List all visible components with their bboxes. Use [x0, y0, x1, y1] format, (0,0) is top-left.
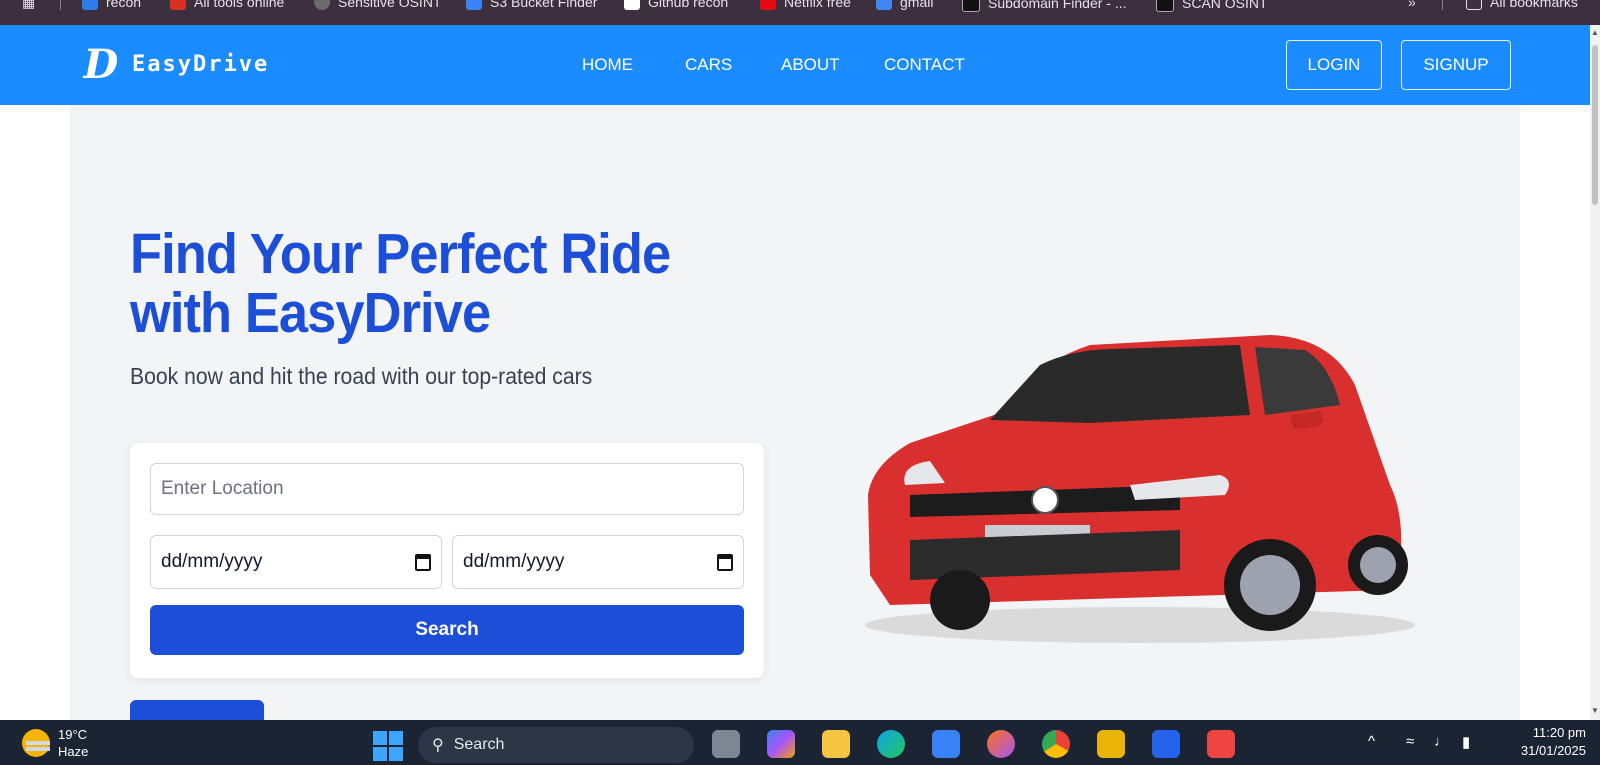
bookmark-subdomain-finder[interactable]: Subdomain Finder - ...: [962, 0, 1127, 12]
taskbar-search-label: Search: [453, 736, 505, 753]
calendar-icon[interactable]: [415, 553, 431, 571]
windows-start-icon[interactable]: [373, 731, 403, 761]
volume-icon[interactable]: ♩: [1434, 733, 1449, 750]
all-bookmarks-button[interactable]: All bookmarks: [1466, 0, 1578, 10]
microsoft-store-icon[interactable]: [932, 730, 960, 758]
booking-search-card: Enter Location dd/mm/yyyy dd/mm/yyyy Sea…: [130, 443, 764, 678]
nav-contact[interactable]: CONTACT: [884, 55, 965, 75]
bookmark-s3-bucket[interactable]: S3 Bucket Finder: [466, 0, 597, 10]
show-hidden-icons-icon[interactable]: ^: [1368, 733, 1375, 750]
temperature: 19°C: [58, 727, 88, 742]
brand-name: EasyDrive: [132, 51, 270, 77]
overflow-chevron-icon: »: [1408, 0, 1416, 10]
taskbar-search[interactable]: ⚲ Search: [418, 727, 694, 763]
folder-icon: [1466, 0, 1482, 10]
return-date-value: dd/mm/yyyy: [463, 551, 565, 572]
bookmark-label: gmail: [900, 0, 934, 10]
wifi-icon[interactable]: ≈: [1406, 733, 1414, 750]
network-tool-icon[interactable]: [1097, 730, 1125, 758]
snipping-tool-icon[interactable]: [1207, 730, 1235, 758]
bookmark-label: Sensitive OSINT: [338, 0, 442, 10]
weather-condition: Haze: [58, 744, 89, 759]
system-clock[interactable]: 11:20 pm 31/01/2025: [1500, 724, 1586, 760]
secondary-button[interactable]: [130, 700, 264, 720]
bookmark-separator: [60, 0, 61, 10]
nav-cars[interactable]: CARS: [685, 55, 732, 75]
hero-subtitle: Book now and hit the road with our top-r…: [130, 363, 593, 389]
bookmark-label: Github recon: [648, 0, 729, 10]
windows-taskbar: 19°C Haze ⚲ Search ^ ≈ ♩ ▮ 11:20 pm 31/0…: [0, 720, 1600, 765]
pickup-date-input[interactable]: dd/mm/yyyy: [150, 535, 442, 589]
return-date-input[interactable]: dd/mm/yyyy: [452, 535, 744, 589]
search-button[interactable]: Search: [150, 605, 744, 655]
bookmark-favicon-icon: [760, 0, 776, 10]
car-windshield: [990, 345, 1250, 423]
bookmark-favicon-icon: [170, 0, 186, 10]
bookmark-netflix[interactable]: Netflix free: [760, 0, 851, 10]
bookmark-favicon-icon: [314, 0, 330, 10]
front-right-rim: [1240, 555, 1300, 615]
scroll-up-icon[interactable]: ▲: [1591, 28, 1599, 37]
bookmark-gmail[interactable]: gmail: [876, 0, 933, 10]
bookmark-label: Subdomain Finder - ...: [988, 0, 1127, 11]
car-illustration: [865, 335, 1415, 643]
calendar-icon[interactable]: [717, 553, 733, 571]
hero-section: Find Your Perfect Ride with EasyDrive Bo…: [70, 105, 1520, 720]
location-placeholder: Enter Location: [161, 478, 284, 499]
clock-time: 11:20 pm: [1532, 725, 1586, 740]
bookmarks-bar: ▦ recon All tools online Sensitive OSINT…: [0, 0, 1600, 25]
login-button[interactable]: LOGIN: [1286, 40, 1382, 90]
scroll-down-icon[interactable]: ▼: [1591, 706, 1599, 715]
bookmark-label: All tools online: [194, 0, 285, 10]
bookmark-favicon-icon: [624, 0, 640, 10]
hero-title: Find Your Perfect Ride with EasyDrive: [130, 225, 719, 343]
weather-widget[interactable]: 19°C Haze: [22, 726, 88, 760]
scrollbar-thumb[interactable]: [1592, 45, 1598, 205]
bookmark-scan-osint[interactable]: SCAN OSINT: [1156, 0, 1268, 12]
location-input[interactable]: Enter Location: [150, 463, 744, 515]
bookmark-label: recon: [106, 0, 142, 10]
bookmark-separator: [1442, 0, 1443, 10]
chrome-icon[interactable]: [1042, 730, 1070, 758]
front-left-wheel: [930, 570, 990, 630]
hero-title-line2: with EasyDrive: [130, 281, 491, 345]
bookmark-label: Netflix free: [784, 0, 851, 10]
clock-date: 31/01/2025: [1520, 743, 1586, 758]
site-navbar: D EasyDrive HOME CARS ABOUT CONTACT LOGI…: [0, 25, 1590, 105]
bookmark-github-recon[interactable]: Github recon: [624, 0, 728, 10]
search-icon: ⚲: [432, 737, 444, 754]
nav-about[interactable]: ABOUT: [781, 55, 840, 75]
weather-text: 19°C Haze: [58, 726, 88, 760]
bookmark-favicon-icon: [82, 0, 98, 10]
bookmark-favicon-icon: [962, 0, 980, 12]
bookmarks-overflow-button[interactable]: »: [1408, 0, 1416, 10]
pickup-date-value: dd/mm/yyyy: [161, 551, 263, 572]
bookmark-favicon-icon: [466, 0, 482, 10]
haze-weather-icon: [22, 729, 50, 757]
vw-badge-icon: [1031, 486, 1059, 514]
nav-home[interactable]: HOME: [582, 55, 633, 75]
all-bookmarks-label: All bookmarks: [1490, 0, 1578, 10]
copilot-icon[interactable]: [767, 730, 795, 758]
file-explorer-icon[interactable]: [822, 730, 850, 758]
task-view-icon[interactable]: [712, 730, 740, 758]
apps-grid-icon[interactable]: ▦: [22, 0, 35, 11]
bookmark-label: S3 Bucket Finder: [490, 0, 598, 10]
rear-rim: [1360, 547, 1396, 583]
bookmark-recon[interactable]: recon: [82, 0, 141, 10]
bookmark-favicon-icon: [1156, 0, 1174, 12]
bookmark-sensitive-osint[interactable]: Sensitive OSINT: [314, 0, 441, 10]
vscode-icon[interactable]: [1152, 730, 1180, 758]
bookmark-label: SCAN OSINT: [1182, 0, 1268, 11]
brand-logo[interactable]: D EasyDrive: [80, 40, 270, 88]
edge-browser-icon[interactable]: [877, 730, 905, 758]
bookmark-all-tools[interactable]: All tools online: [170, 0, 284, 10]
battery-icon[interactable]: ▮: [1462, 733, 1470, 751]
firefox-icon[interactable]: [987, 730, 1015, 758]
hero-title-line1: Find Your Perfect Ride: [130, 222, 671, 286]
bookmark-favicon-icon: [876, 0, 892, 10]
signup-button[interactable]: SIGNUP: [1401, 40, 1511, 90]
logo-d-icon: D: [83, 40, 119, 88]
